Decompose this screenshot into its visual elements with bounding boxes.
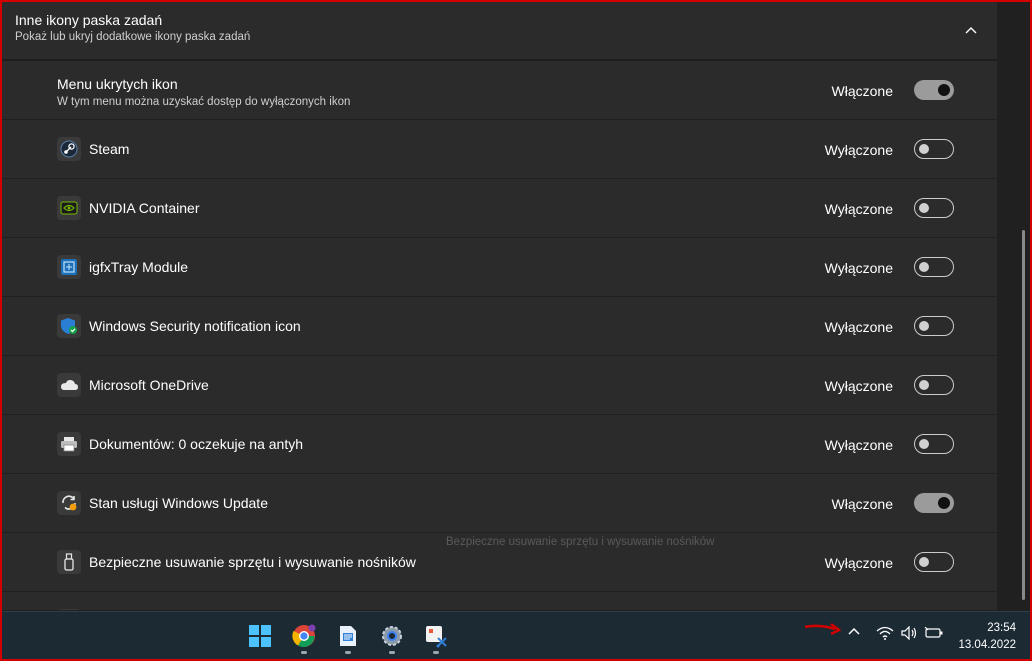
settings-panel: Inne ikony paska zadań Pokaż lub ukryj d… (2, 2, 997, 610)
steam-icon (57, 137, 81, 161)
icon-row-windows-update: Stan usługi Windows Update Włączone (2, 474, 997, 532)
icon-row-printer: Dokumentów: 0 oczekuje na antyh Wyłączon… (2, 415, 997, 473)
settings-gear-icon[interactable] (376, 620, 408, 654)
usb-eject-icon (57, 550, 81, 574)
hidden-icon-menu-description: W tym menu można uzyskać dostęp do wyłąc… (57, 96, 351, 108)
icon-state: Wyłączone (824, 201, 893, 217)
show-hidden-icons-chevron-icon[interactable] (848, 627, 860, 635)
hidden-icon-menu-row: Menu ukrytych ikon W tym menu można uzys… (2, 61, 997, 119)
start-icon[interactable] (244, 620, 276, 652)
hidden-icon-menu-label: Menu ukrytych ikon (57, 76, 178, 92)
section-title: Inne ikony paska zadań (15, 12, 163, 28)
icon-state: Wyłączone (824, 260, 893, 276)
system-clock[interactable]: 23:54 13.04.2022 (958, 620, 1016, 654)
running-indicator (301, 651, 307, 654)
hidden-icon-menu-toggle[interactable] (914, 80, 954, 100)
toggle-knob (919, 439, 929, 449)
icon-state: Wyłączone (824, 555, 893, 571)
icon-row-windows-security: Windows Security notification icon Wyłąc… (2, 297, 997, 355)
running-indicator (433, 651, 439, 654)
printer-toggle[interactable] (914, 434, 954, 454)
icon-label: Microsoft OneDrive (89, 377, 209, 393)
running-indicator (345, 651, 351, 654)
toggle-knob (919, 203, 929, 213)
taskbar: 23:54 13.04.2022 (0, 611, 1032, 661)
icon-state: Wyłączone (824, 378, 893, 394)
windows-update-icon (57, 491, 81, 515)
icon-state: Wyłączone (824, 142, 893, 158)
battery-icon[interactable] (924, 627, 944, 639)
toggle-knob (938, 84, 950, 96)
clock-date: 13.04.2022 (958, 639, 1016, 651)
onedrive-toggle[interactable] (914, 375, 954, 395)
icon-label: Bezpieczne usuwanie sprzętu i wysuwanie … (89, 554, 416, 570)
windows-update-toggle[interactable] (914, 493, 954, 513)
printer-icon (57, 432, 81, 456)
windows-security-toggle[interactable] (914, 316, 954, 336)
intel-graphics-icon (57, 255, 81, 279)
icon-label: igfxTray Module (89, 259, 189, 275)
notepad-icon[interactable] (332, 620, 364, 654)
icon-list: Menu ukrytych ikon W tym menu można uzys… (2, 61, 997, 610)
icon-row-partial (2, 592, 997, 610)
onedrive-icon (57, 373, 81, 397)
hidden-icon-menu-state: Włączone (831, 83, 893, 99)
wifi-icon[interactable] (876, 626, 894, 640)
hover-tooltip: Bezpieczne usuwanie sprzętu i wysuwanie … (446, 536, 715, 548)
volume-icon[interactable] (900, 626, 918, 640)
icon-row-nvidia: NVIDIA Container Wyłączone (2, 179, 997, 237)
section-subtitle: Pokaż lub ukryj dodatkowe ikony paska za… (15, 31, 251, 43)
running-indicator (389, 651, 395, 654)
steam-toggle[interactable] (914, 139, 954, 159)
icon-label: Windows Security notification icon (89, 318, 301, 334)
icon-state: Wyłączone (824, 437, 893, 453)
clock-time: 23:54 (987, 622, 1016, 634)
icon-label: NVIDIA Container (89, 200, 200, 216)
icon-row-igfxtray: igfxTray Module Wyłączone (2, 238, 997, 296)
igfxtray-toggle[interactable] (914, 257, 954, 277)
toggle-knob (919, 262, 929, 272)
snipping-tool-icon[interactable] (420, 620, 452, 654)
other-taskbar-icons-header[interactable]: Inne ikony paska zadań Pokaż lub ukryj d… (2, 2, 997, 60)
icon-row-onedrive: Microsoft OneDrive Wyłączone (2, 356, 997, 414)
chrome-icon[interactable] (288, 620, 320, 654)
icon-label: Dokumentów: 0 oczekuje na antyh (89, 436, 304, 452)
nvidia-toggle[interactable] (914, 198, 954, 218)
toggle-knob (919, 321, 929, 331)
icon-label: Stan usługi Windows Update (89, 495, 268, 511)
nvidia-icon (57, 196, 81, 220)
icon-state: Wyłączone (824, 319, 893, 335)
toggle-knob (938, 497, 950, 509)
icon-label: Steam (89, 141, 130, 157)
toggle-knob (919, 380, 929, 390)
icon-row-steam: Steam Wyłączone (2, 120, 997, 178)
safe-remove-toggle[interactable] (914, 552, 954, 572)
partial-app-icon (57, 609, 81, 610)
windows-security-icon (57, 314, 81, 338)
toggle-knob (919, 144, 929, 154)
annotation-arrow-icon (803, 621, 845, 642)
chevron-up-icon[interactable] (961, 20, 981, 40)
icon-state: Włączone (831, 496, 893, 512)
toggle-knob (919, 557, 929, 567)
page-scrollbar[interactable] (1022, 230, 1025, 600)
